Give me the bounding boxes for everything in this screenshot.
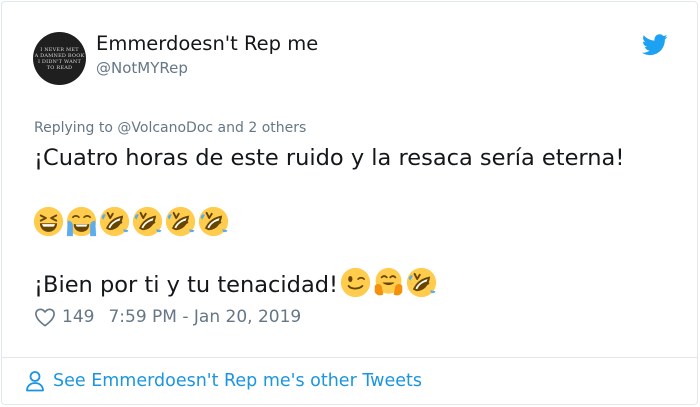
user-handle[interactable]: @NotMYRep (96, 59, 188, 77)
rolling-laughing-emoji-icon (406, 267, 437, 298)
rolling-laughing-emoji-icon (132, 206, 163, 237)
grinning-squinting-emoji-icon (33, 206, 64, 237)
tweet-metadata: 149 7:59 PM - Jan 20, 2019 (34, 307, 301, 327)
replying-mention-link[interactable]: @VolcanoDoc (117, 120, 213, 136)
tweet-emoji-row (33, 206, 229, 238)
avatar-text-line: TO READ (46, 64, 73, 71)
tweet-text-line: ¡Bien por ti y tu tenacidad! (34, 267, 437, 301)
rolling-laughing-emoji-icon (165, 206, 196, 237)
replying-others-link[interactable]: and 2 others (213, 120, 307, 136)
person-icon (26, 371, 44, 392)
tweet-text-line: ¡Cuatro horas de este ruido y la resaca … (34, 145, 625, 171)
winking-emoji-icon (340, 267, 371, 298)
loudly-crying-emoji-icon (66, 206, 97, 237)
like-count[interactable]: 149 (62, 307, 94, 327)
tweet-inline-emojis (340, 267, 437, 298)
replying-prefix: Replying to (34, 120, 118, 136)
divider (1, 357, 698, 358)
display-name[interactable]: Emmerdoesn't Rep me (96, 32, 318, 55)
tweet-text: ¡Bien por ti y tu tenacidad! (34, 272, 339, 298)
avatar[interactable]: I NEVER MET A DAMNED BOOK I DIDN'T WANT … (33, 32, 86, 85)
replying-to-text: Replying to @VolcanoDoc and 2 others (34, 120, 306, 136)
twitter-bird-icon[interactable] (642, 34, 668, 56)
heart-icon[interactable] (34, 307, 56, 327)
rolling-laughing-emoji-icon (198, 206, 229, 237)
hugging-emoji-icon (374, 267, 403, 296)
other-tweets-label: See Emmerdoesn't Rep me's other Tweets (53, 371, 422, 391)
tweet-timestamp[interactable]: 7:59 PM - Jan 20, 2019 (108, 307, 301, 327)
other-tweets-link[interactable]: See Emmerdoesn't Rep me's other Tweets (25, 370, 422, 392)
rolling-laughing-emoji-icon (99, 206, 130, 237)
